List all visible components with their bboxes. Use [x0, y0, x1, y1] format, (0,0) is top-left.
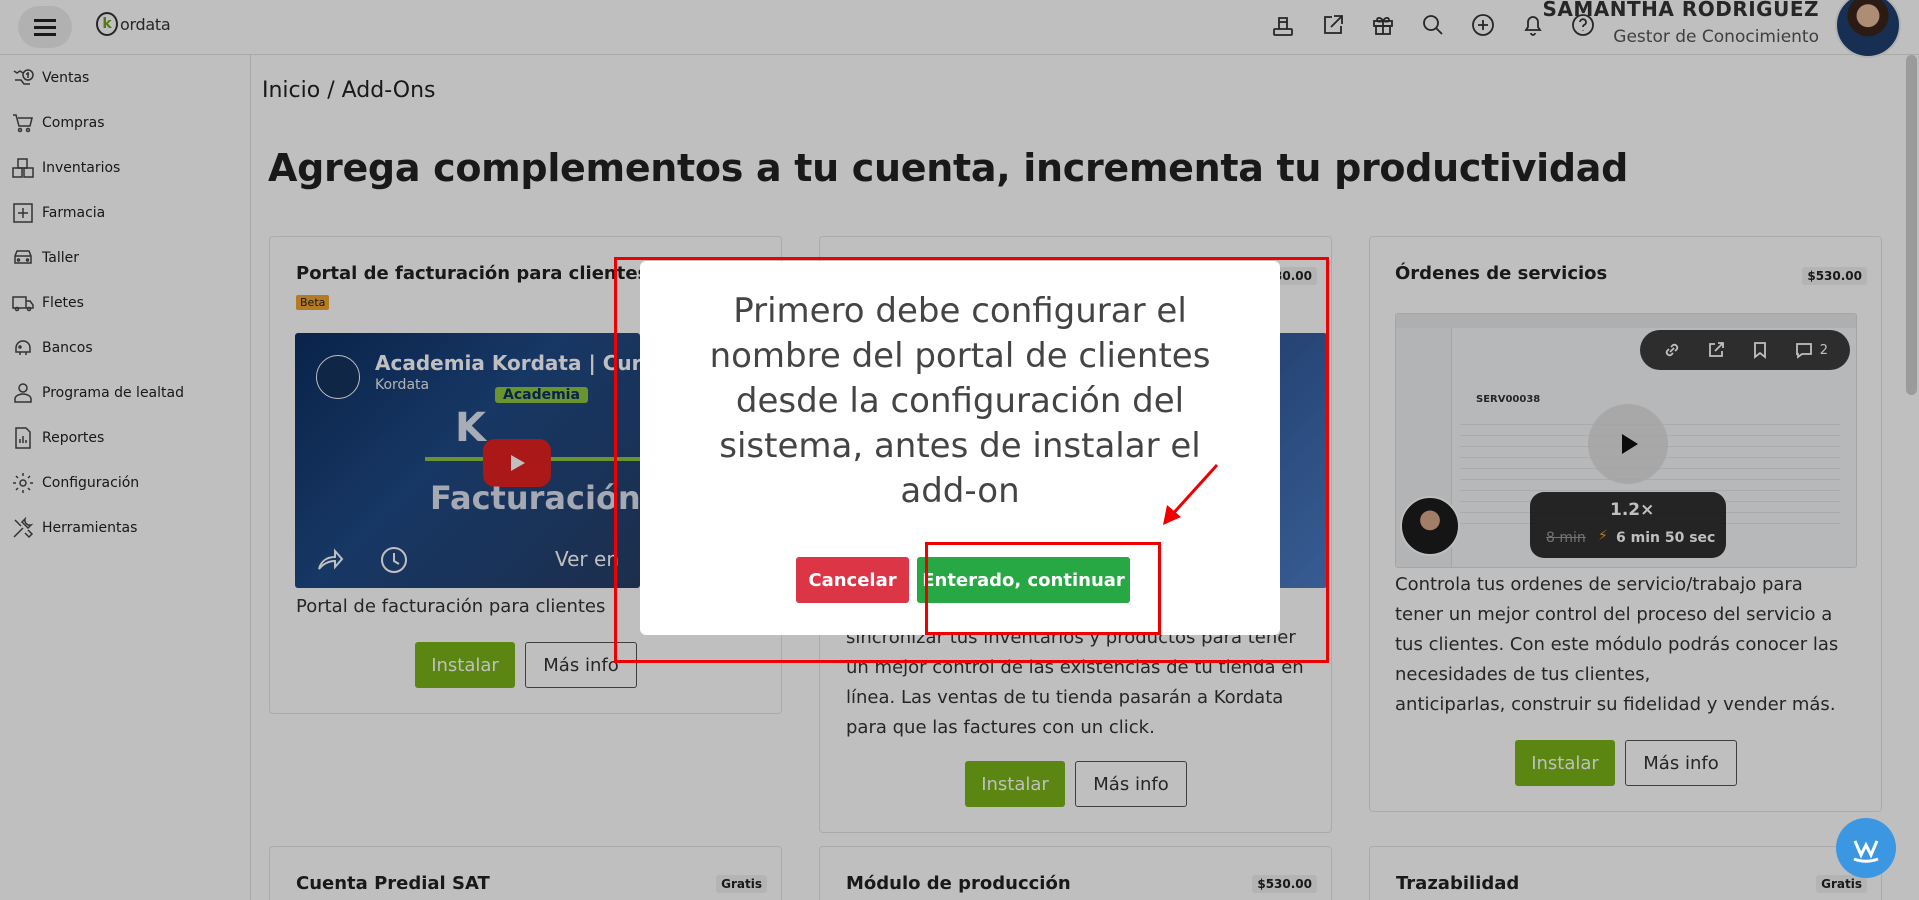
annotation-arrow: [1163, 463, 1219, 525]
chat-icon: [1853, 840, 1879, 863]
annotation-box-continue: [925, 542, 1161, 635]
chat-button[interactable]: [1836, 818, 1896, 878]
